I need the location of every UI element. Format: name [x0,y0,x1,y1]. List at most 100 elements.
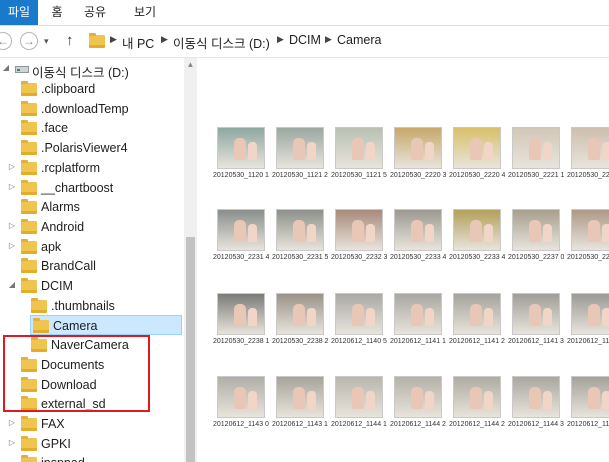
photo-preview [276,127,324,169]
child-figure [411,220,423,242]
expand-arrow-icon[interactable]: ▷ [8,162,16,171]
ribbon-tabs: 파일 홈 공유 보기 [0,0,609,26]
tree-item[interactable]: .clipboard [0,79,184,99]
photo-preview [217,293,265,335]
breadcrumb-drive-d[interactable]: 이동식 디스크 (D:) [173,33,270,52]
tree-item[interactable]: ▷ apk [0,237,184,257]
child-figure [543,224,552,242]
breadcrumb[interactable]: ▶ 내 PC ▶ 이동식 디스크 (D:) ▶ DCIM ▶ Camera [85,29,609,53]
tree-item[interactable]: Download [0,375,184,395]
photo-preview [394,293,442,335]
folder-icon [33,318,49,333]
tab-view[interactable]: 보기 [130,0,160,25]
breadcrumb-this-pc[interactable]: 내 PC [122,33,154,52]
tree-item[interactable]: ▷ FAX [0,414,184,434]
tree-item[interactable]: Documents [0,355,184,375]
child-figure [543,142,552,160]
file-name: 20120612_1141 17.jpg [390,338,446,345]
tree-item[interactable]: ▷ __chartboost [0,178,184,198]
expand-arrow-icon[interactable]: ◢ [8,280,16,289]
child-figure [529,304,541,326]
child-figure [602,391,609,409]
recent-locations-chevron-icon[interactable]: ▾ [44,36,49,47]
tab-home[interactable]: 홈 [46,0,68,25]
photo-preview [512,293,560,335]
tree-item[interactable]: .thumbnails [0,296,184,316]
breadcrumb-dcim[interactable]: DCIM [289,33,321,47]
child-figure [293,220,305,242]
forward-arrow-icon[interactable]: → [20,32,38,50]
tree-item[interactable]: BrandCall [0,256,184,276]
photo-preview [394,376,442,418]
tree-item[interactable]: Alarms [0,197,184,217]
scroll-up-arrow-icon[interactable]: ▲ [186,60,195,69]
child-figure [307,308,316,326]
expand-arrow-icon[interactable]: ▷ [8,182,16,191]
tree-item-label: Documents [41,358,105,372]
tree-item[interactable]: .face [0,118,184,138]
tree-item[interactable]: ▷ GPKI [0,434,184,454]
photo-preview [217,127,265,169]
child-figure [248,308,257,326]
child-figure [588,387,600,409]
child-figure [588,304,600,326]
tree-item[interactable]: Camera [30,315,182,335]
child-figure [602,142,609,160]
tab-file[interactable]: 파일 [0,0,38,25]
child-figure [543,308,552,326]
tree-item[interactable]: inspnad [0,453,184,462]
file-name: 20120530_2220 39.jpg [390,172,446,179]
folder-icon [21,81,37,96]
file-name: 20120530_2238 13.jpg [213,338,269,345]
photo-preview [335,376,383,418]
tree-item-label: .face [41,121,69,135]
tree-item-label: Camera [53,319,98,333]
child-figure [470,304,482,326]
child-figure [248,391,257,409]
file-name: 20120530_2233 44.jpg [449,254,505,261]
tree-item[interactable]: .downloadTemp [0,99,184,119]
expand-arrow-icon[interactable]: ▷ [8,418,16,427]
photo-preview [571,376,609,418]
photo-preview [571,127,609,169]
photo-preview [217,209,265,251]
folder-icon [21,455,37,462]
tree-item-label: Alarms [41,200,80,214]
child-figure [293,387,305,409]
child-figure [543,391,552,409]
photo-preview [335,209,383,251]
tree-item[interactable]: NaverCamera [0,335,184,355]
photo-preview [335,293,383,335]
tree-item-label: .rcplatform [41,161,101,175]
child-figure [352,387,364,409]
expanded-arrow-icon[interactable]: ◢ [2,63,10,72]
expand-arrow-icon[interactable]: ▷ [8,241,16,250]
file-name: 20120530_2231 43.jpg [213,254,269,261]
tree-item[interactable]: ◢ DCIM [0,276,184,296]
scrollbar-thumb[interactable] [186,237,195,462]
tree-item[interactable]: ▷ Android [0,217,184,237]
expand-arrow-icon[interactable]: ▷ [8,438,16,447]
tab-share[interactable]: 공유 [80,0,110,25]
file-name: 20120530_2220 45.jpg [449,172,505,179]
tree-item-label: BrandCall [41,259,96,273]
back-arrow-icon[interactable]: ← [0,32,12,50]
tree-item-label: NaverCamera [51,338,129,352]
photo-preview [512,376,560,418]
child-figure [529,138,541,160]
tree-item-label: .PolarisViewer4 [41,141,128,155]
up-arrow-icon[interactable]: ↑ [66,32,74,49]
tree-item[interactable]: .PolarisViewer4 [0,138,184,158]
tree-item[interactable]: external_sd [0,394,184,414]
photo-preview [453,127,501,169]
child-figure [234,220,246,242]
expand-arrow-icon[interactable]: ▷ [8,221,16,230]
child-figure [307,391,316,409]
child-figure [484,308,493,326]
breadcrumb-camera[interactable]: Camera [337,33,381,47]
tree-item[interactable]: ▷ .rcplatform [0,158,184,178]
child-figure [484,391,493,409]
photo-preview [453,293,501,335]
tree-item-label: GPKI [41,437,71,451]
tree-item-drive-d[interactable]: ◢ 이동식 디스크 (D:) [0,59,184,80]
